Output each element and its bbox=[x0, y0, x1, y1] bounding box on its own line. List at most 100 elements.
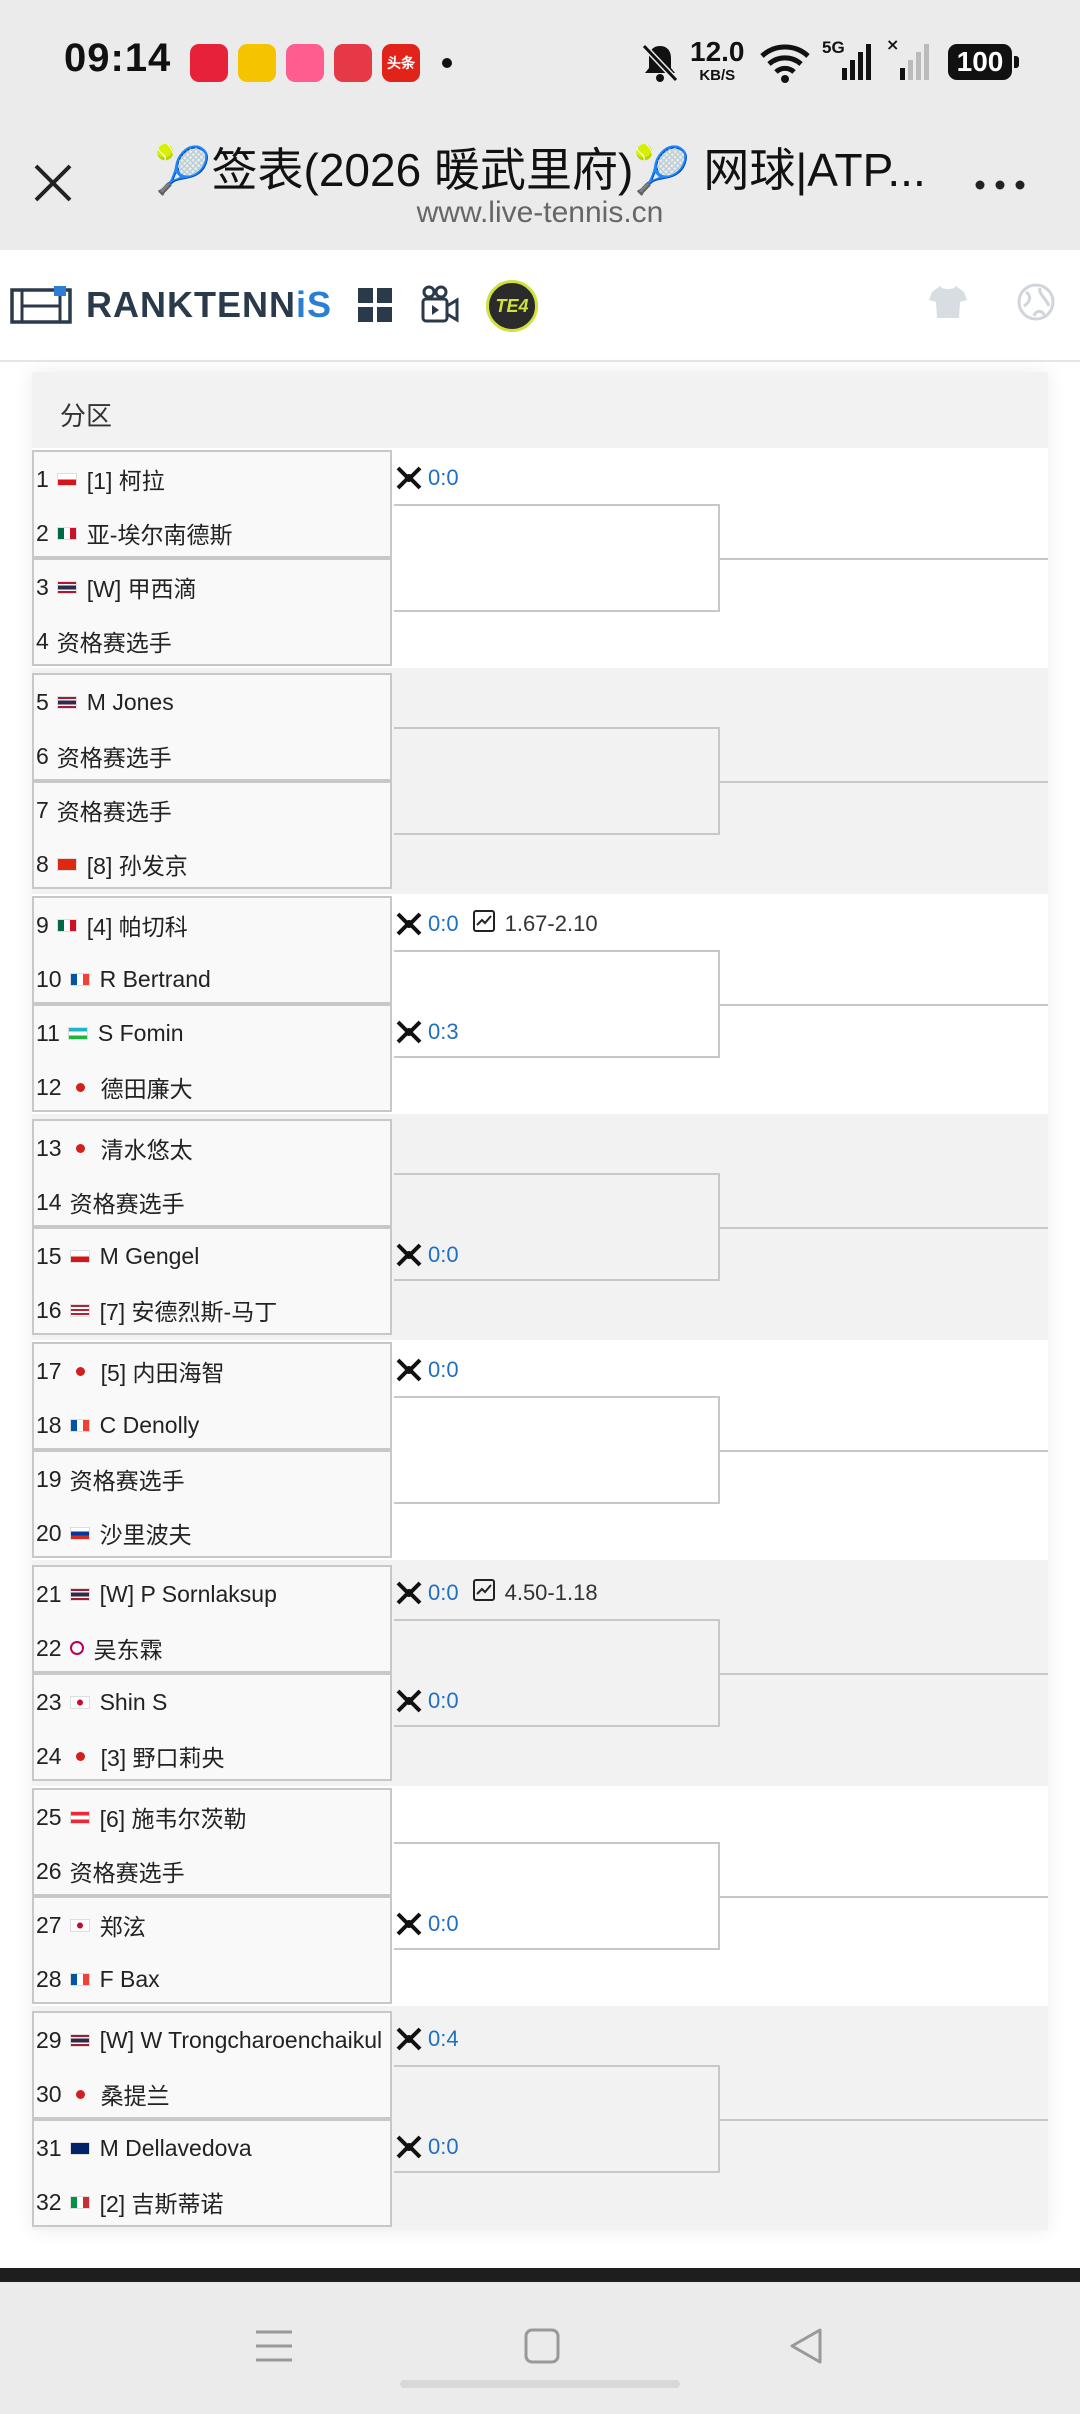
player-entry[interactable]: 8 [8] 孙发京 bbox=[36, 847, 188, 881]
h2h-icon bbox=[396, 466, 422, 490]
player-entry[interactable]: 14 资格赛选手 bbox=[36, 1185, 185, 1219]
player-entry[interactable]: 5 M Jones bbox=[36, 685, 174, 719]
draw-position: 15 bbox=[36, 1242, 62, 1269]
h2h-icon bbox=[396, 1912, 422, 1936]
player-entry[interactable]: 27 郑泫 bbox=[36, 1908, 146, 1942]
draw-position: 31 bbox=[36, 2134, 62, 2161]
h2h-score[interactable]: 0:0 bbox=[428, 1357, 459, 1383]
match-h2h-info[interactable]: 0:0 bbox=[396, 1239, 459, 1271]
player-entry[interactable]: 7 资格赛选手 bbox=[36, 793, 172, 827]
match-h2h-info[interactable]: 0:0 bbox=[396, 462, 459, 494]
h2h-score[interactable]: 0:0 bbox=[428, 1242, 459, 1268]
h2h-icon bbox=[396, 1243, 422, 1267]
player-name: [5] 内田海智 bbox=[100, 1360, 225, 1386]
player-entry[interactable]: 6 资格赛选手 bbox=[36, 739, 172, 773]
player-entry[interactable]: 22 吴东霖 bbox=[36, 1631, 163, 1665]
signal-weak-icon: × bbox=[886, 36, 929, 80]
country-flag-icon bbox=[69, 1810, 90, 1824]
player-entry[interactable]: 18 C Denolly bbox=[36, 1408, 199, 1442]
match-h2h-info[interactable]: 0:0 bbox=[396, 2131, 459, 2163]
player-entry[interactable]: 30 桑提兰 bbox=[36, 2077, 170, 2111]
more-options-icon[interactable] bbox=[970, 170, 1030, 200]
back-icon[interactable] bbox=[786, 2326, 826, 2366]
player-name: [W] 甲西滴 bbox=[86, 576, 197, 602]
recent-apps-icon[interactable] bbox=[252, 2326, 296, 2366]
player-name: F Bax bbox=[99, 1965, 160, 1992]
match-h2h-info[interactable]: 0:3 bbox=[396, 1016, 459, 1048]
site-logo[interactable]: RANKTENNiS bbox=[86, 284, 332, 326]
player-entry[interactable]: 26 资格赛选手 bbox=[36, 1854, 185, 1888]
h2h-score[interactable]: 0:0 bbox=[428, 465, 459, 491]
player-entry[interactable]: 9 [4] 帕切科 bbox=[36, 908, 188, 942]
h2h-score[interactable]: 0:0 bbox=[428, 2134, 459, 2160]
match-h2h-info[interactable]: 0:0 bbox=[396, 1354, 459, 1386]
player-entry[interactable]: 13 清水悠太 bbox=[36, 1131, 193, 1165]
player-name: [3] 野口莉央 bbox=[100, 1745, 225, 1771]
draw-position: 19 bbox=[36, 1465, 62, 1492]
player-entry[interactable]: 19 资格赛选手 bbox=[36, 1462, 185, 1496]
player-entry[interactable]: 16 [7] 安德烈斯-马丁 bbox=[36, 1293, 277, 1327]
player-entry[interactable]: 15 M Gengel bbox=[36, 1239, 199, 1273]
bracket-connector-line bbox=[720, 558, 1048, 560]
player-entry[interactable]: 29 [W] W Trongcharoenchaikul bbox=[36, 2023, 382, 2057]
draw-position: 24 bbox=[36, 1742, 62, 1769]
second-round-slot bbox=[394, 727, 720, 835]
h2h-score[interactable]: 0:0 bbox=[428, 1688, 459, 1714]
match-h2h-info[interactable]: 0:0 bbox=[396, 1685, 459, 1717]
player-entry[interactable]: 3 [W] 甲西滴 bbox=[36, 570, 197, 604]
te4-badge[interactable]: TE4 bbox=[486, 280, 538, 332]
shirt-icon[interactable] bbox=[928, 284, 968, 320]
court-logo-icon[interactable] bbox=[10, 286, 72, 326]
h2h-score[interactable]: 0:0 bbox=[428, 911, 459, 937]
player-name: [8] 孙发京 bbox=[86, 853, 188, 879]
country-flag-icon bbox=[56, 918, 77, 932]
second-round-slot bbox=[394, 1396, 720, 1504]
draw-position: 29 bbox=[36, 2026, 62, 2053]
player-entry[interactable]: 31 M Dellavedova bbox=[36, 2131, 252, 2165]
player-entry[interactable]: 32 [2] 吉斯蒂诺 bbox=[36, 2185, 224, 2219]
player-name: Shin S bbox=[99, 1688, 168, 1715]
player-entry[interactable]: 23 Shin S bbox=[36, 1685, 167, 1719]
draw-position: 30 bbox=[36, 2080, 62, 2107]
country-flag-icon bbox=[69, 1418, 90, 1432]
battery-indicator: 100 bbox=[948, 44, 1019, 80]
wifi-icon bbox=[760, 44, 810, 83]
home-icon[interactable] bbox=[522, 2326, 562, 2366]
h2h-score[interactable]: 0:4 bbox=[428, 2026, 459, 2052]
country-flag-icon bbox=[69, 1972, 90, 1986]
player-entry[interactable]: 4 资格赛选手 bbox=[36, 624, 172, 658]
h2h-score[interactable]: 0:0 bbox=[428, 1580, 459, 1606]
video-icon[interactable] bbox=[420, 284, 460, 326]
h2h-score[interactable]: 0:0 bbox=[428, 1911, 459, 1937]
gesture-bar[interactable] bbox=[400, 2380, 680, 2388]
player-entry[interactable]: 12 德田廉大 bbox=[36, 1070, 193, 1104]
player-entry[interactable]: 10 R Bertrand bbox=[36, 962, 211, 996]
player-entry[interactable]: 24 [3] 野口莉央 bbox=[36, 1739, 225, 1773]
player-entry[interactable]: 25 [6] 施韦尔茨勒 bbox=[36, 1800, 247, 1834]
grid-menu-icon[interactable] bbox=[356, 286, 396, 326]
draw-position: 6 bbox=[36, 742, 49, 769]
country-flag-icon bbox=[69, 1918, 90, 1932]
close-icon[interactable] bbox=[28, 158, 78, 208]
match-h2h-info[interactable]: 0:0 1.67-2.10 bbox=[396, 908, 598, 940]
player-name: [W] P Sornlaksup bbox=[99, 1580, 277, 1607]
player-entry[interactable]: 1 [1] 柯拉 bbox=[36, 462, 165, 496]
country-flag-icon bbox=[69, 972, 90, 986]
match-h2h-info[interactable]: 0:4 bbox=[396, 2023, 459, 2055]
player-entry[interactable]: 20 沙里波夫 bbox=[36, 1516, 192, 1550]
match-h2h-info[interactable]: 0:0 bbox=[396, 1908, 459, 1940]
h2h-score[interactable]: 0:3 bbox=[428, 1019, 459, 1045]
h2h-icon bbox=[396, 2135, 422, 2159]
globe-icon[interactable] bbox=[1016, 282, 1056, 322]
player-entry[interactable]: 28 F Bax bbox=[36, 1962, 160, 1996]
player-entry[interactable]: 17 [5] 内田海智 bbox=[36, 1354, 225, 1388]
page-bottom-strip bbox=[0, 2268, 1080, 2282]
player-entry[interactable]: 11 S Fomin bbox=[36, 1016, 184, 1050]
match-odds: 1.67-2.10 bbox=[504, 911, 598, 936]
bracket-connector-line bbox=[720, 2119, 1048, 2121]
player-entry[interactable]: 21 [W] P Sornlaksup bbox=[36, 1577, 277, 1611]
player-entry[interactable]: 2 亚-埃尔南德斯 bbox=[36, 516, 232, 550]
match-h2h-info[interactable]: 0:0 4.50-1.18 bbox=[396, 1577, 598, 1609]
player-name: M Gengel bbox=[99, 1242, 200, 1269]
country-flag-icon bbox=[69, 2195, 90, 2209]
